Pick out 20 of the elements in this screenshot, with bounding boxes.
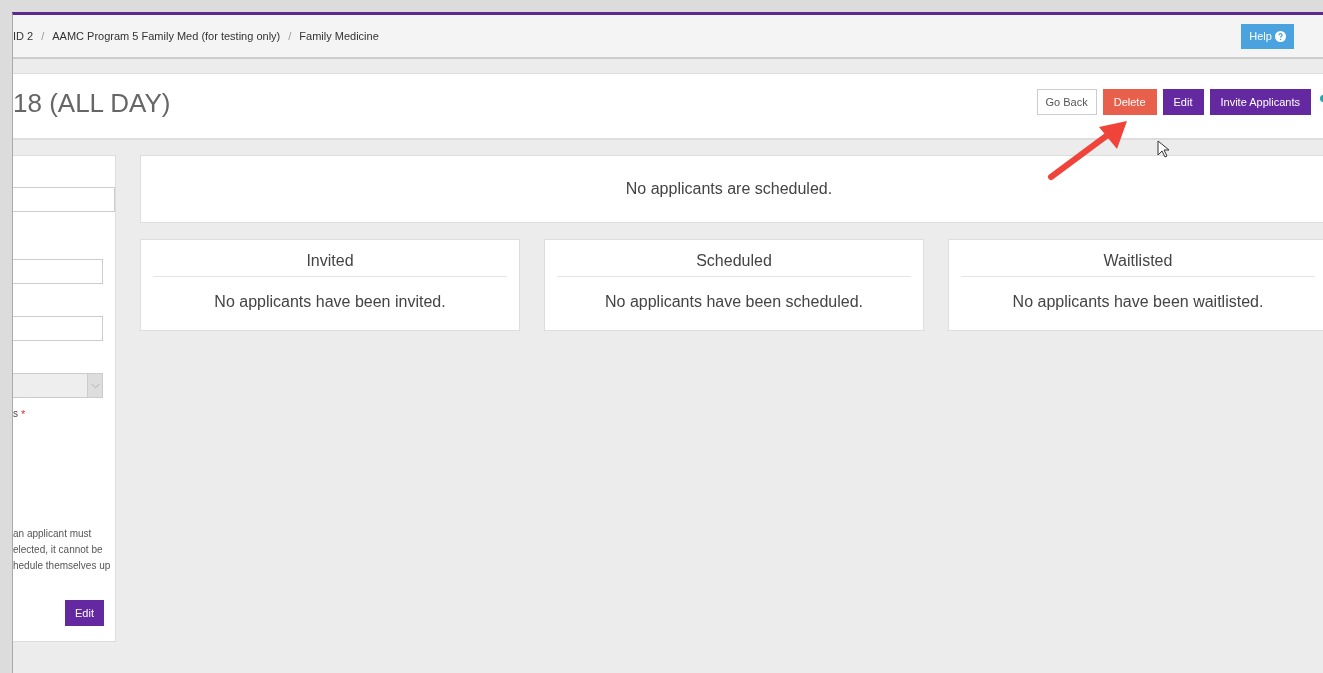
breadcrumb-separator: /	[288, 30, 292, 42]
action-button[interactable]: Invite Applicants	[1209, 89, 1311, 115]
required-mark: *	[21, 408, 26, 420]
card-message: No applicants have been invited.	[213, 293, 447, 311]
card-title: Scheduled	[557, 252, 911, 277]
page-title: 18 (ALL DAY)	[13, 87, 171, 119]
card-message: No applicants have been waitlisted.	[1011, 293, 1265, 311]
field-label: s	[13, 408, 18, 420]
breadcrumb-separator: /	[41, 30, 45, 42]
action-button[interactable]: Edit	[1162, 89, 1204, 115]
action-button[interactable]: Go Back	[1036, 89, 1097, 115]
breadcrumb-item[interactable]: AAMC Program 5 Family Med (for testing only)	[52, 30, 281, 42]
breadcrumb-item: Family Medicine	[299, 30, 379, 42]
card-title: Waitlisted	[961, 252, 1315, 277]
help-text: an applicant must elected, it cannot be hedule themselves up	[13, 527, 112, 573]
edit-button[interactable]: Edit	[65, 600, 104, 626]
summary-text: No applicants are scheduled.	[625, 180, 833, 198]
card-title: Invited	[153, 252, 507, 277]
card-message: No applicants have been scheduled.	[604, 293, 864, 311]
breadcrumb-item[interactable]: ID 2	[13, 30, 34, 42]
